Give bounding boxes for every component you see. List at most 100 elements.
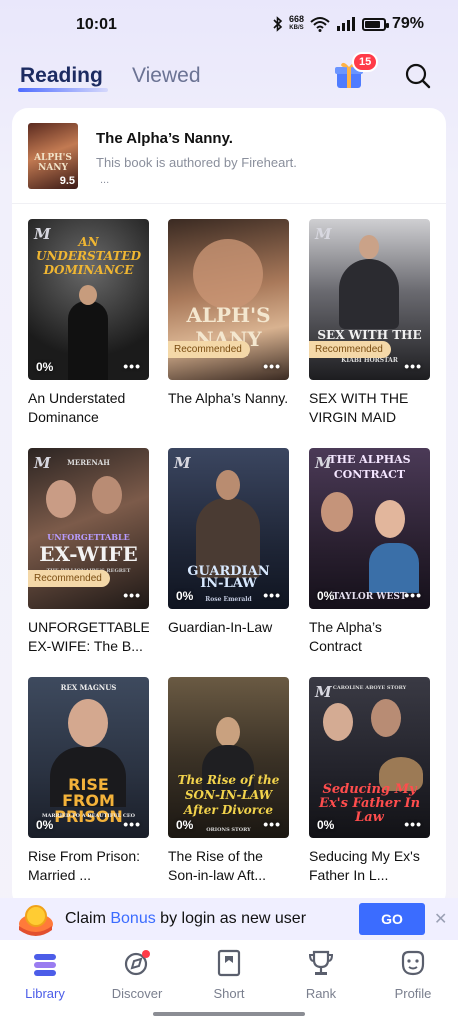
more-options-icon[interactable]: ••• [263, 816, 281, 832]
book-card[interactable]: ALPH'S NANY FIREHEART Recommended ••• Th… [168, 219, 289, 427]
close-icon[interactable]: ✕ [434, 909, 447, 929]
book-cover[interactable]: M AN UNDERSTATED DOMINANCE 0% ••• [28, 219, 149, 380]
status-indicators: 668 KB/S 79% [273, 15, 424, 33]
nav-label: Profile [394, 986, 432, 1001]
book-card[interactable]: REX MAGNUS RISE FROM PRISON MARRIED TO A… [28, 677, 149, 885]
book-cover[interactable]: M CAROLINE ABOYE STORY Seducing My Ex's … [309, 677, 430, 838]
header: Reading Viewed [0, 52, 458, 100]
book-card[interactable]: M AN UNDERSTATED DOMINANCE 0% ••• An Und… [28, 219, 149, 427]
tab-viewed[interactable]: Viewed [132, 64, 201, 88]
short-icon [214, 948, 244, 978]
book-title: Guardian-In-Law [168, 619, 273, 635]
progress-text: 0% [36, 360, 54, 374]
progress-text: 0% [317, 589, 335, 603]
more-options-icon[interactable]: ••• [404, 587, 422, 603]
progress-text: 0% [176, 589, 194, 603]
recommended-tag: Recommended [168, 341, 250, 358]
cover-face [321, 492, 353, 532]
recommended-tag: Recommended [28, 570, 110, 587]
bluetooth-icon [273, 16, 283, 32]
more-options-icon[interactable]: ••• [123, 587, 141, 603]
recommended-tag: Recommended [309, 341, 391, 358]
cover-face [359, 235, 379, 259]
battery-level: 79% [391, 15, 424, 32]
cover-face [46, 480, 76, 518]
cover-figure [193, 239, 263, 309]
cover-face [68, 699, 108, 747]
library-icon [30, 948, 60, 978]
more-options-icon[interactable]: ••• [123, 358, 141, 374]
cover-face [216, 717, 240, 747]
nav-discover[interactable]: Discover [102, 948, 172, 1001]
book-title: The Rise of the Son-in-law Aft... [168, 848, 267, 883]
nav-rank[interactable]: Rank [286, 948, 356, 1001]
nav-label: Library [25, 986, 65, 1001]
book-card[interactable]: The Rise of the SON-IN-LAW After Divorce… [168, 677, 289, 885]
recent-book-ellipsis: ... [100, 174, 110, 186]
recent-book-title: The Alpha’s Nanny. [96, 130, 233, 147]
book-card[interactable]: M THE ALPHAS CONTRACT TAYLOR WEST 0% •••… [309, 448, 430, 656]
recent-book-cover[interactable]: ALPH'S NANY 9.5 [28, 123, 78, 189]
bonus-coin-icon [19, 905, 53, 936]
more-options-icon[interactable]: ••• [404, 816, 422, 832]
battery-icon [361, 17, 389, 31]
progress-text: 0% [36, 818, 54, 832]
book-title: The Alpha’s Nanny. [168, 390, 289, 406]
search-icon[interactable] [404, 62, 432, 90]
more-options-icon[interactable]: ••• [263, 358, 281, 374]
net-speed: 668 KB/S [288, 14, 304, 32]
divider [12, 203, 446, 204]
book-title: An Understated Dominance [28, 390, 126, 425]
progress-text: 0% [176, 818, 194, 832]
book-card[interactable]: M GUARDIAN IN-LAW Rose Emerald 0% ••• Gu… [168, 448, 289, 656]
cover-face [79, 285, 97, 305]
library-card: ALPH'S NANY 9.5 The Alpha’s Nanny. This … [12, 108, 446, 908]
cover-figure [339, 259, 399, 329]
more-options-icon[interactable]: ••• [263, 587, 281, 603]
more-options-icon[interactable]: ••• [404, 358, 422, 374]
rating: 9.5 [59, 175, 75, 187]
nav-short[interactable]: Short [194, 948, 264, 1001]
book-cover[interactable]: REX MAGNUS RISE FROM PRISON MARRIED TO A… [28, 677, 149, 838]
go-button[interactable]: GO [359, 903, 425, 935]
claim-text: Claim Bonus by login as new user [65, 910, 307, 927]
recently-read-item[interactable]: ALPH'S NANY 9.5 The Alpha’s Nanny. This … [12, 108, 446, 194]
progress-text: 0% [317, 818, 335, 832]
nav-label: Rank [305, 986, 337, 1001]
book-cover[interactable]: M THE ALPHAS CONTRACT TAYLOR WEST 0% ••• [309, 448, 430, 609]
book-card[interactable]: M MERENAH UNFORGETTABLE EX-WIFE THE BILL… [28, 448, 149, 656]
cover-face [323, 703, 353, 741]
book-card[interactable]: M CAROLINE ABOYE STORY Seducing My Ex's … [309, 677, 430, 885]
cover-face [371, 699, 401, 737]
nav-label: Discover [111, 986, 163, 1001]
home-indicator [153, 1012, 305, 1016]
discover-icon [122, 948, 152, 978]
nav-library[interactable]: Library [10, 948, 80, 1001]
claim-bonus-banner: Claim Bonus by login as new user GO ✕ [0, 898, 458, 940]
cover-figure [369, 543, 419, 593]
book-title: SEX WITH THE VIRGIN MAID [309, 390, 409, 425]
cover-face [375, 500, 405, 538]
publisher-logo-icon: M [174, 454, 191, 472]
gift-badge: 15 [352, 52, 379, 72]
book-cover[interactable]: ALPH'S NANY FIREHEART Recommended ••• [168, 219, 289, 380]
nav-label: Short [213, 986, 245, 1001]
book-title: Seducing My Ex's Father In L... [309, 848, 420, 883]
book-card[interactable]: M SEX WITH THE MAID KIABI HORSTAR Recomm… [309, 219, 430, 427]
book-cover[interactable]: The Rise of the SON-IN-LAW After Divorce… [168, 677, 289, 838]
wifi-icon [310, 17, 330, 32]
bonus-word: Bonus [110, 910, 156, 927]
tab-reading[interactable]: Reading [18, 64, 108, 92]
publisher-logo-icon: M [315, 225, 332, 243]
nav-profile[interactable]: Profile [378, 948, 448, 1001]
cover-face [92, 476, 122, 514]
cover-figure [68, 301, 108, 380]
book-cover[interactable]: M MERENAH UNFORGETTABLE EX-WIFE THE BILL… [28, 448, 149, 609]
profile-icon [398, 948, 428, 978]
more-options-icon[interactable]: ••• [123, 816, 141, 832]
signal-icon [336, 17, 355, 31]
book-cover[interactable]: M SEX WITH THE MAID KIABI HORSTAR Recomm… [309, 219, 430, 380]
trophy-icon [306, 948, 336, 978]
book-title: The Alpha’s Contract [309, 619, 382, 654]
book-cover[interactable]: M GUARDIAN IN-LAW Rose Emerald 0% ••• [168, 448, 289, 609]
